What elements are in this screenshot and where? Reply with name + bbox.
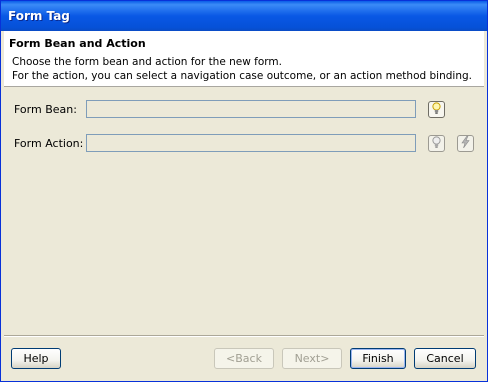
- action-binding-button[interactable]: [457, 135, 474, 152]
- window-title: Form Tag: [1, 1, 487, 31]
- next-button[interactable]: Next>: [282, 348, 342, 369]
- form-bean-browse-button[interactable]: [428, 101, 445, 118]
- header-description: Choose the form bean and action for the …: [12, 55, 472, 83]
- lightning-bolt-icon: [460, 135, 471, 151]
- header-description-line-1: Choose the form bean and action for the …: [12, 56, 282, 68]
- cancel-button[interactable]: Cancel: [414, 348, 476, 369]
- form-bean-label: Form Bean:: [14, 103, 77, 116]
- form-bean-field[interactable]: [86, 100, 416, 118]
- finish-button[interactable]: Finish: [350, 348, 406, 369]
- form-tag-dialog: Form Tag Form Bean and Action Choose the…: [0, 0, 488, 382]
- header-description-line-2: For the action, you can select a navigat…: [12, 70, 472, 82]
- footer-separator: [4, 335, 484, 337]
- lightbulb-icon: [431, 135, 442, 152]
- help-button[interactable]: Help: [11, 348, 61, 369]
- form-action-label: Form Action:: [14, 137, 84, 150]
- form-action-browse-button[interactable]: [428, 135, 445, 152]
- header-title: Form Bean and Action: [9, 37, 146, 50]
- lightbulb-icon: [431, 101, 442, 118]
- form-action-field[interactable]: [86, 134, 416, 152]
- back-button[interactable]: <Back: [214, 348, 274, 369]
- wizard-header: Form Bean and Action Choose the form bea…: [4, 31, 484, 87]
